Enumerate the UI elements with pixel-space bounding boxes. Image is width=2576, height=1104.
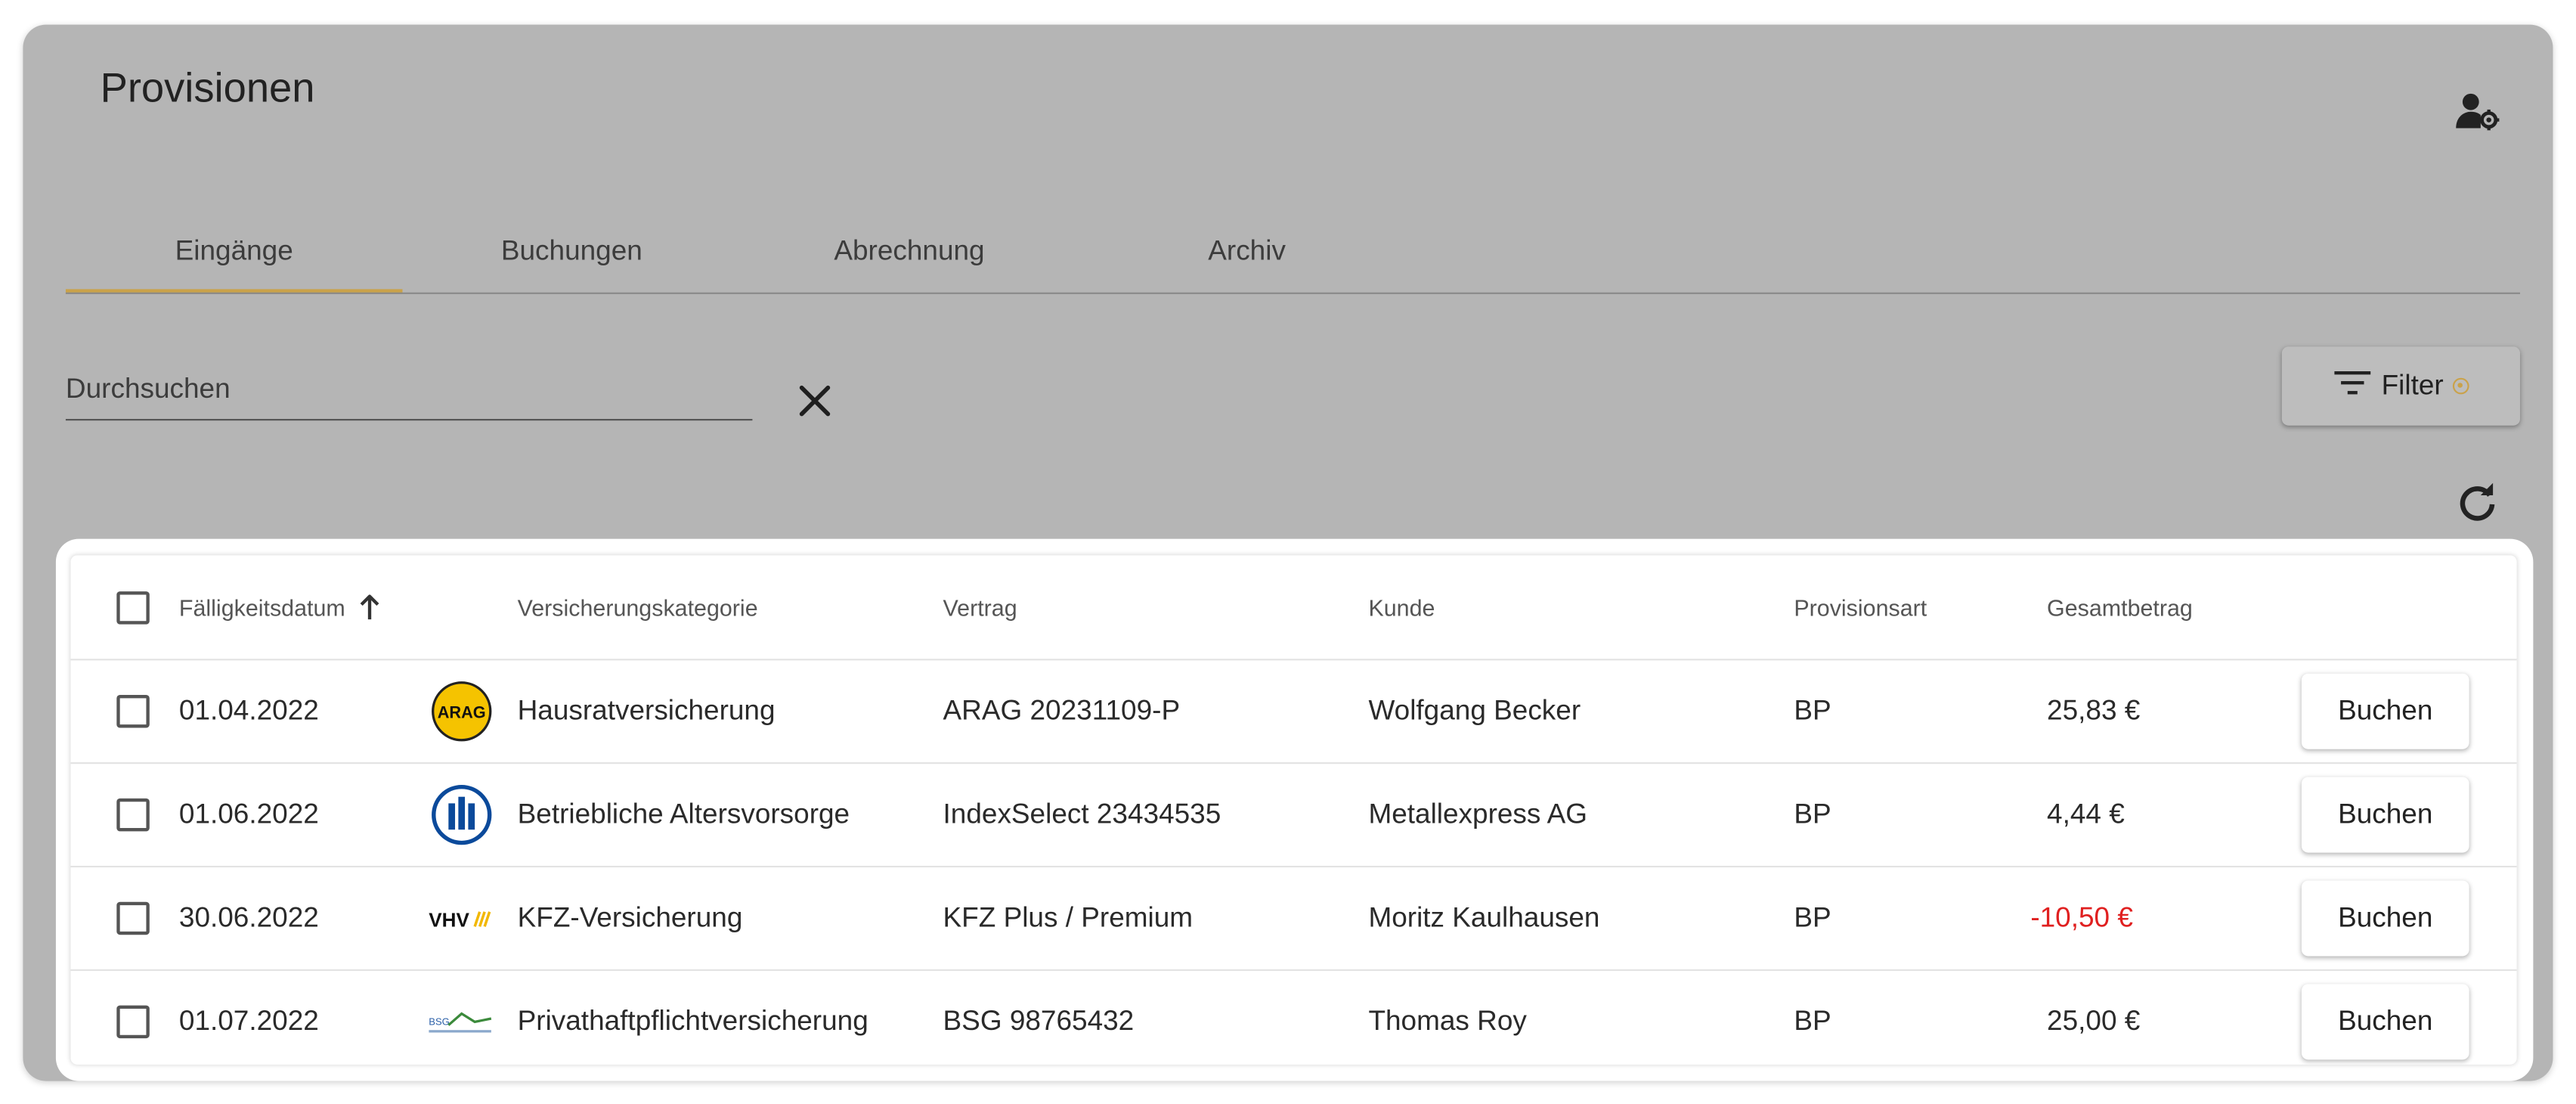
commission-type: BP (1794, 901, 1831, 934)
contract: KFZ Plus / Premium (943, 901, 1194, 934)
due-date: 01.07.2022 (178, 1005, 319, 1037)
svg-text:ARAG: ARAG (438, 702, 486, 721)
select-all-checkbox[interactable] (116, 591, 150, 624)
header-total[interactable]: Gesamtbetrag (2047, 555, 2193, 659)
vhv-logo-icon: VHV (429, 885, 494, 951)
tabs-divider (65, 292, 2520, 294)
book-button[interactable]: Buchen (2301, 673, 2469, 749)
table-row[interactable]: 01.04.2022 ARAG Hausratversicherung ARAG… (70, 660, 2517, 764)
search-input[interactable] (65, 364, 753, 414)
bsg-logo-icon: BSG (429, 989, 494, 1055)
filter-active-indicator-icon (2453, 377, 2470, 395)
tab-eingaenge[interactable]: Eingänge (65, 213, 403, 294)
sort-arrow-up-icon (358, 594, 381, 620)
total-amount-negative: -10,50 € (2030, 901, 2133, 934)
contract: IndexSelect 23434535 (943, 798, 1221, 830)
search-field (65, 364, 753, 421)
book-button[interactable]: Buchen (2301, 984, 2469, 1060)
row-checkbox[interactable] (116, 798, 150, 832)
customer: Thomas Roy (1368, 1005, 1527, 1037)
filter-label: Filter (2381, 369, 2444, 402)
header-contract[interactable]: Vertrag (943, 555, 1017, 659)
total-amount: 25,00 € (2047, 1005, 2141, 1037)
commission-type: BP (1794, 695, 1831, 727)
page-title: Provisionen (100, 65, 315, 112)
commission-type: BP (1794, 1005, 1831, 1037)
insurance-category: KFZ-Versicherung (517, 901, 743, 934)
table-row[interactable]: 01.07.2022 BSG Privathaftpflichtversiche… (70, 971, 2516, 1065)
tab-bar: Eingänge Buchungen Abrechnung Archiv (65, 213, 2520, 294)
header-due-date[interactable]: Fälligkeitsdatum (179, 555, 382, 659)
refresh-icon[interactable] (2454, 479, 2500, 526)
tab-buchungen[interactable]: Buchungen (402, 213, 741, 289)
total-amount: 4,44 € (2047, 798, 2125, 830)
book-button[interactable]: Buchen (2301, 777, 2469, 853)
filter-button[interactable]: Filter (2281, 346, 2520, 426)
customer: Wolfgang Becker (1368, 695, 1581, 727)
tab-abrechnung[interactable]: Abrechnung (741, 213, 1078, 289)
filter-icon (2332, 367, 2371, 405)
allianz-logo-icon (429, 782, 494, 848)
row-checkbox[interactable] (116, 901, 150, 935)
total-amount: 25,83 € (2047, 695, 2141, 727)
contract: ARAG 20231109-P (943, 695, 1181, 727)
close-icon[interactable] (792, 378, 838, 424)
tab-archiv[interactable]: Archiv (1078, 213, 1416, 289)
customer: Metallexpress AG (1368, 798, 1588, 830)
app-root: Provisionen Eingänge Buchungen Abrechnun… (0, 0, 2576, 1104)
arag-logo-icon: ARAG (429, 678, 494, 744)
insurance-category: Betriebliche Altersvorsorge (517, 798, 850, 830)
table-row[interactable]: 01.06.2022 Betriebliche Altersvorsorge I… (70, 764, 2517, 868)
contract: BSG 98765432 (943, 1005, 1135, 1037)
row-checkbox[interactable] (116, 1005, 150, 1039)
header-commission-type[interactable]: Provisionsart (1794, 555, 1927, 659)
insurance-category: Hausratversicherung (517, 695, 776, 727)
book-button[interactable]: Buchen (2301, 880, 2469, 957)
insurance-category: Privathaftpflichtversicherung (517, 1005, 868, 1037)
commission-type: BP (1794, 798, 1831, 830)
customer: Moritz Kaulhausen (1368, 901, 1600, 934)
table-header-row: Fälligkeitsdatum Versicherungskategorie … (70, 555, 2517, 661)
header-category[interactable]: Versicherungskategorie (518, 555, 758, 659)
commissions-table: Fälligkeitsdatum Versicherungskategorie … (70, 555, 2517, 1065)
due-date: 01.06.2022 (178, 798, 319, 830)
row-checkbox[interactable] (116, 695, 150, 728)
table-row[interactable]: 30.06.2022 VHV KFZ-Versicherung KFZ Plus… (70, 867, 2517, 972)
due-date: 30.06.2022 (178, 901, 319, 934)
user-settings-icon[interactable] (2451, 88, 2504, 135)
svg-text:BSG: BSG (429, 1016, 450, 1028)
header-customer[interactable]: Kunde (1368, 555, 1435, 659)
svg-text:VHV: VHV (429, 908, 469, 931)
due-date: 01.04.2022 (178, 695, 319, 727)
